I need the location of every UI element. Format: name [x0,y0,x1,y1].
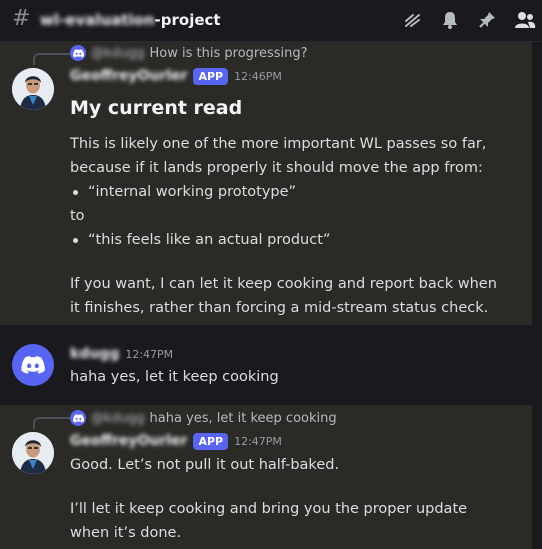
username[interactable]: GeoffreyOurler [70,433,187,449]
message-paragraph: Good. Let’s not pull it out half-baked. [70,457,340,473]
message-3: @kdugg haha yes, let it keep cooking Geo… [0,405,532,549]
reply-connector [33,53,71,65]
message-paragraph: This is likely one of the more important… [70,136,487,176]
bot-avatar-icon [12,432,54,474]
threads-icon[interactable] [403,10,423,30]
avatar[interactable] [12,68,54,110]
avatar[interactable] [12,344,54,386]
header-toolbar [403,10,536,30]
chat-window: # wl-evaluation-project @kdugg How is th… [0,0,542,549]
bell-icon[interactable] [440,10,460,30]
message-paragraph: haha yes, let it keep cooking [70,369,279,385]
avatar[interactable] [12,432,54,474]
app-badge: APP [193,432,229,450]
username[interactable]: kdugg [70,346,119,362]
reply-username[interactable]: @kdugg [91,46,145,61]
members-icon[interactable] [514,10,536,30]
timestamp[interactable]: 12:46PM [234,70,282,83]
username[interactable]: GeoffreyOurler [70,68,187,84]
reply-avatar-icon [70,45,86,61]
timestamp[interactable]: 12:47PM [125,348,173,361]
channel-hash-icon: # [12,6,31,31]
app-badge: APP [193,67,229,85]
reply-text: haha yes, let it keep cooking [149,410,337,426]
bot-avatar-icon [12,68,54,110]
reply-avatar-icon [70,410,86,426]
scrollbar-track[interactable] [532,42,542,549]
channel-header: # wl-evaluation-project [0,0,542,42]
reply-username[interactable]: @kdugg [91,411,145,426]
bullet-item: “this feels like an actual product” [70,228,510,252]
message-1: @kdugg How is this progressing? Geoffrey… [0,42,532,325]
message-body: My current read This is likely one of th… [70,94,510,320]
reply-preview[interactable]: @kdugg haha yes, let it keep cooking [70,409,337,427]
message-body: Good. Let’s not pull it out half-baked. … [70,453,510,545]
message-paragraph: to [70,208,85,224]
reply-text: How is this progressing? [149,45,308,61]
message-header: kdugg 12:47PM [70,344,173,364]
pin-icon[interactable] [477,10,497,30]
bullet-item: “internal working prototype” [70,180,510,204]
message-paragraph: I’ll let it keep cooking and bring you t… [70,501,468,541]
channel-name[interactable]: wl-evaluation-project [40,11,221,29]
message-header: GeoffreyOurler APP 12:46PM [70,66,282,86]
discord-logo-icon [21,356,45,374]
timestamp[interactable]: 12:47PM [234,435,282,448]
reply-connector [33,417,71,429]
message-body: haha yes, let it keep cooking [70,365,510,389]
message-paragraph: If you want, I can let it keep cooking a… [70,276,497,316]
message-heading: My current read [70,97,243,119]
message-header: GeoffreyOurler APP 12:47PM [70,431,282,451]
message-2: kdugg 12:47PM haha yes, let it keep cook… [0,325,542,405]
reply-preview[interactable]: @kdugg How is this progressing? [70,44,308,62]
